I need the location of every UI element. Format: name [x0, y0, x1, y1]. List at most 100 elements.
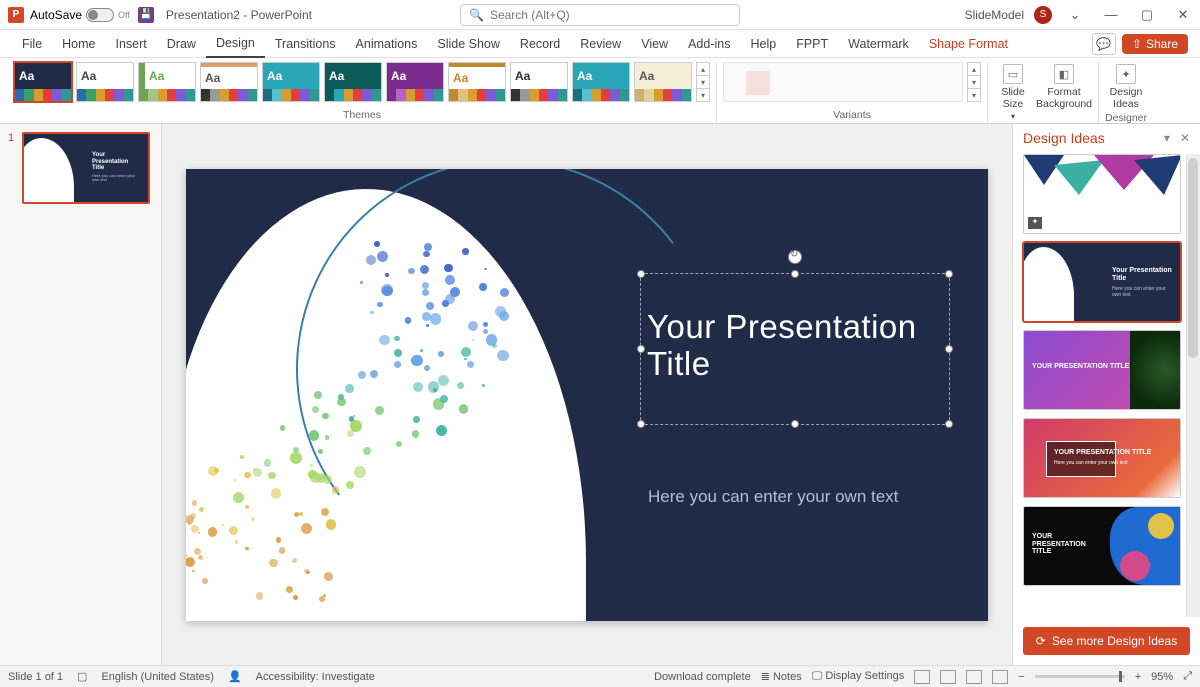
- reading-view-icon[interactable]: [966, 670, 982, 684]
- design-ideas-label: Design Ideas: [1110, 86, 1143, 110]
- theme-thumbnail[interactable]: Aa: [14, 62, 72, 102]
- tab-help[interactable]: Help: [740, 30, 786, 58]
- refresh-icon: ⟳: [1036, 634, 1046, 648]
- variants-group: ▴▾▾ Variants: [717, 62, 988, 123]
- zoom-slider[interactable]: [1035, 675, 1125, 678]
- pane-close-icon[interactable]: ✕: [1180, 131, 1190, 145]
- slide-size-label: Slide Size: [1000, 86, 1026, 110]
- maximize-icon[interactable]: ▢: [1134, 4, 1160, 26]
- spellcheck-icon[interactable]: ▢: [77, 670, 87, 683]
- theme-thumbnail[interactable]: Aa: [634, 62, 692, 102]
- themes-more-icon[interactable]: ▴▾▾: [696, 62, 710, 102]
- tab-draw[interactable]: Draw: [157, 30, 206, 58]
- share-button[interactable]: ⇧Share: [1122, 34, 1188, 54]
- user-avatar[interactable]: S: [1034, 6, 1052, 24]
- status-language[interactable]: English (United States): [101, 671, 214, 683]
- selection-handle[interactable]: [945, 345, 953, 353]
- variant-more-icon[interactable]: ▴▾▾: [967, 62, 981, 102]
- theme-thumbnail[interactable]: Aa: [448, 62, 506, 102]
- theme-thumbnail[interactable]: Aa: [138, 62, 196, 102]
- toggle-icon[interactable]: [86, 8, 114, 22]
- save-icon[interactable]: 💾: [138, 7, 154, 23]
- slide: Your Presentation Title Here you can ent…: [186, 169, 988, 621]
- selection-handle[interactable]: [637, 345, 645, 353]
- tab-watermark[interactable]: Watermark: [838, 30, 919, 58]
- slideshow-view-icon[interactable]: [992, 670, 1008, 684]
- search-icon: 🔍: [469, 8, 484, 22]
- design-idea-thumbnail[interactable]: ✦: [1023, 154, 1181, 234]
- status-accessibility[interactable]: Accessibility: Investigate: [256, 671, 375, 683]
- selection-handle[interactable]: [791, 270, 799, 278]
- search-input[interactable]: 🔍 Search (Alt+Q): [460, 4, 740, 26]
- see-more-label: See more Design Ideas: [1052, 634, 1177, 648]
- tab-design[interactable]: Design: [206, 30, 265, 58]
- design-idea-thumbnail[interactable]: YOUR PRESENTATION TITLEHere you can ente…: [1023, 418, 1181, 498]
- tab-shape-format[interactable]: Shape Format: [919, 30, 1018, 58]
- user-name: SlideModel: [965, 8, 1024, 22]
- selection-handle[interactable]: [945, 270, 953, 278]
- tab-view[interactable]: View: [631, 30, 678, 58]
- design-idea-thumbnail[interactable]: YOUR PRESENTATION TITLE: [1023, 330, 1181, 410]
- powerpoint-icon: P: [8, 7, 24, 23]
- theme-thumbnail[interactable]: Aa: [262, 62, 320, 102]
- zoom-in-icon[interactable]: +: [1135, 671, 1141, 683]
- theme-thumbnail[interactable]: Aa: [324, 62, 382, 102]
- notes-button[interactable]: ≣ Notes: [761, 670, 802, 683]
- variant-gallery[interactable]: [723, 62, 963, 102]
- format-background-button[interactable]: ◧ Format Background: [1036, 62, 1092, 112]
- selection-handle[interactable]: [945, 420, 953, 428]
- ribbon-options-icon[interactable]: ⌄: [1062, 4, 1088, 26]
- design-idea-thumbnail[interactable]: YOUR PRESENTATION TITLE: [1023, 506, 1181, 586]
- selection-handle[interactable]: [791, 420, 799, 428]
- see-more-design-ideas-button[interactable]: ⟳ See more Design Ideas: [1023, 627, 1190, 655]
- tab-fppt[interactable]: FPPT: [786, 30, 838, 58]
- sorter-view-icon[interactable]: [940, 670, 956, 684]
- scrollbar[interactable]: [1186, 154, 1200, 617]
- format-background-icon: ◧: [1054, 64, 1074, 84]
- zoom-value[interactable]: 95%: [1151, 671, 1173, 683]
- thumb-sub: Here you can enter your own text: [92, 174, 142, 183]
- design-idea-thumbnail[interactable]: Your Presentation TitleHere you can ente…: [1023, 242, 1181, 322]
- design-ideas-button[interactable]: ✦ Design Ideas: [1107, 62, 1145, 112]
- design-ideas-title: Design Ideas: [1023, 130, 1105, 146]
- autosave-label: AutoSave: [30, 8, 82, 22]
- tab-review[interactable]: Review: [570, 30, 631, 58]
- pane-options-icon[interactable]: ▾: [1164, 131, 1170, 145]
- status-download: Download complete: [654, 671, 751, 683]
- tab-record[interactable]: Record: [510, 30, 570, 58]
- selection-handle[interactable]: [637, 270, 645, 278]
- tab-file[interactable]: File: [12, 30, 52, 58]
- title-placeholder[interactable]: Your Presentation Title: [640, 273, 950, 425]
- subtitle-placeholder[interactable]: Here you can enter your own text: [648, 485, 938, 510]
- customize-group: ▭ Slide Size ▾ ◧ Format Background Custo…: [988, 62, 1099, 123]
- rotate-handle-icon[interactable]: [788, 250, 802, 264]
- normal-view-icon[interactable]: [914, 670, 930, 684]
- slide-size-button[interactable]: ▭ Slide Size ▾: [994, 62, 1032, 123]
- tab-home[interactable]: Home: [52, 30, 105, 58]
- comments-icon[interactable]: 💬: [1092, 33, 1116, 55]
- tab-animations[interactable]: Animations: [346, 30, 428, 58]
- theme-thumbnail[interactable]: Aa: [76, 62, 134, 102]
- autosave-toggle[interactable]: AutoSave Off: [30, 8, 130, 22]
- search-placeholder: Search (Alt+Q): [490, 8, 570, 22]
- minimize-icon[interactable]: —: [1098, 4, 1124, 26]
- display-settings-button[interactable]: 🖵 Display Settings: [812, 670, 905, 683]
- tab-add-ins[interactable]: Add-ins: [678, 30, 740, 58]
- theme-thumbnail[interactable]: Aa: [510, 62, 568, 102]
- theme-thumbnail[interactable]: Aa: [386, 62, 444, 102]
- zoom-out-icon[interactable]: −: [1018, 671, 1024, 683]
- themes-group-label: Themes: [343, 109, 381, 123]
- slide-canvas-area[interactable]: Your Presentation Title Here you can ent…: [162, 124, 1012, 665]
- slide-thumbnail-1[interactable]: Your Presentation Title Here you can ent…: [22, 132, 150, 204]
- close-icon[interactable]: ✕: [1170, 4, 1196, 26]
- tab-insert[interactable]: Insert: [106, 30, 157, 58]
- document-title: Presentation2 - PowerPoint: [166, 8, 312, 22]
- fit-to-window-icon[interactable]: ⤢: [1183, 670, 1192, 683]
- theme-thumbnail[interactable]: Aa: [200, 62, 258, 102]
- theme-thumbnail[interactable]: Aa: [572, 62, 630, 102]
- selection-handle[interactable]: [637, 420, 645, 428]
- tab-slide-show[interactable]: Slide Show: [427, 30, 510, 58]
- tab-transitions[interactable]: Transitions: [265, 30, 346, 58]
- slide-number: 1: [8, 132, 14, 144]
- slide-title-text[interactable]: Your Presentation Title: [641, 274, 949, 384]
